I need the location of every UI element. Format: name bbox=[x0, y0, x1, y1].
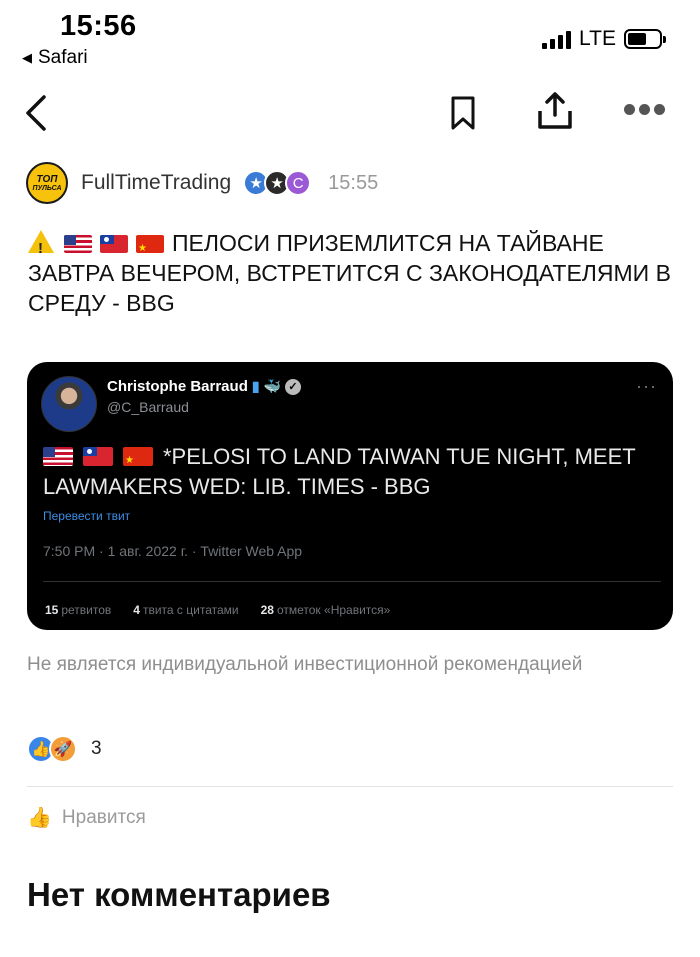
achievement-badges[interactable]: ★ ★ C bbox=[243, 170, 312, 196]
like-button-label: Нравится bbox=[61, 806, 146, 828]
tweet-text: *PELOSI TO LAND TAIWAN TUE NIGHT, MEET L… bbox=[43, 442, 653, 502]
tweet-author-handle: @C_Barraud bbox=[107, 399, 189, 415]
share-icon[interactable] bbox=[535, 91, 575, 131]
reactions-count: 3 bbox=[91, 738, 102, 759]
tweet-meta: 7:50 PM · 1 авг. 2022 г. · Twitter Web A… bbox=[43, 543, 303, 559]
whale-emoji-icon: 🐳 bbox=[263, 378, 282, 394]
status-bar: 15:56 ◀ Safari LTE bbox=[0, 0, 700, 75]
tweet-author-avatar bbox=[41, 376, 97, 432]
like-button[interactable]: 👍 Нравится bbox=[27, 805, 146, 830]
back-chevron-icon[interactable] bbox=[22, 93, 52, 133]
section-divider bbox=[27, 786, 673, 787]
us-flag-icon bbox=[43, 447, 73, 466]
signal-icon bbox=[542, 29, 572, 49]
china-flag-icon bbox=[136, 235, 164, 253]
chart-emoji-icon: ▮ bbox=[251, 378, 260, 394]
c-badge-icon: C bbox=[285, 170, 312, 196]
avatar-logo-subtext: ПУЛЬСА bbox=[32, 184, 62, 192]
warning-icon bbox=[28, 230, 54, 264]
nav-bar bbox=[0, 85, 700, 140]
post-header: ТОП ПУЛЬСА FullTimeTrading ★ ★ C 15:55 bbox=[26, 160, 378, 206]
network-type: LTE bbox=[579, 27, 616, 50]
status-time: 15:56 bbox=[60, 10, 137, 42]
bookmark-icon[interactable] bbox=[450, 95, 476, 131]
tweet-divider bbox=[43, 581, 661, 582]
tweet-more-icon: ··· bbox=[636, 376, 657, 396]
tweet-screenshot[interactable]: Christophe Barraud ▮ 🐳 ✓ @C_Barraud ··· … bbox=[27, 362, 673, 630]
back-triangle-icon: ◀ bbox=[22, 50, 32, 65]
thumbs-up-icon: 👍 bbox=[27, 807, 52, 829]
avatar-logo-text: ТОП bbox=[36, 173, 58, 185]
china-flag-icon bbox=[123, 447, 153, 466]
tweet-author-name: Christophe Barraud bbox=[107, 378, 248, 395]
us-flag-icon bbox=[64, 235, 92, 253]
tweet-stat-quotes: 4 твита с цитатами bbox=[133, 603, 239, 617]
tweet-stats: 15 ретвитов 4 твита с цитатами 28 отметок «… bbox=[45, 603, 390, 617]
more-options-icon[interactable] bbox=[624, 101, 666, 117]
tweet-translate-link: Перевести твит bbox=[43, 509, 131, 523]
comments-heading: Нет комментариев bbox=[27, 876, 331, 913]
rocket-reaction-icon: 🚀 bbox=[49, 735, 77, 763]
back-app-label: Safari bbox=[38, 47, 88, 68]
channel-name[interactable]: FullTimeTrading bbox=[81, 171, 231, 195]
tweet-author-name-row: Christophe Barraud ▮ 🐳 ✓ bbox=[107, 378, 302, 395]
back-to-app-link[interactable]: ◀ Safari bbox=[22, 47, 88, 69]
channel-avatar[interactable]: ТОП ПУЛЬСА bbox=[26, 162, 68, 204]
post-title: ПЕЛОСИ ПРИЗЕМЛИТСЯ НА ТАЙВАНЕ ЗАВТРА ВЕЧ… bbox=[28, 228, 678, 318]
tweet-stat-likes: 28 отметок «Нравится» bbox=[260, 603, 391, 617]
post-time: 15:55 bbox=[328, 171, 379, 194]
taiwan-flag-icon bbox=[100, 235, 128, 253]
verified-icon: ✓ bbox=[285, 378, 302, 395]
disclaimer-text: Не является индивидуальной инвестиционно… bbox=[27, 654, 583, 675]
battery-icon bbox=[624, 29, 666, 49]
reactions-summary[interactable]: 👍 🚀 3 bbox=[27, 735, 102, 763]
taiwan-flag-icon bbox=[83, 447, 113, 466]
status-indicators: LTE bbox=[542, 27, 666, 51]
tweet-stat-retweets: 15 ретвитов bbox=[45, 603, 112, 617]
